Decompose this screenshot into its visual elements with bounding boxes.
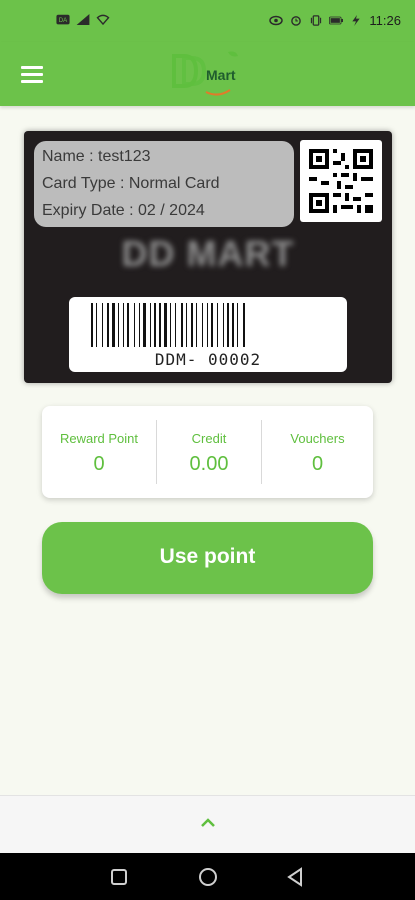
member-card: Name : test123 Card Type : Normal Card E… (24, 131, 392, 383)
status-time: 11:26 (369, 13, 401, 28)
bottom-sheet-bar (0, 795, 415, 854)
notification-icon: DA (56, 14, 70, 25)
hamburger-icon (21, 66, 43, 69)
qr-code-icon (309, 149, 373, 213)
signal-icon (76, 14, 90, 25)
wifi-icon (96, 14, 110, 25)
svg-text:DA: DA (59, 17, 68, 24)
card-info-panel: Name : test123 Card Type : Normal Card E… (34, 141, 294, 227)
use-point-label: Use point (159, 545, 256, 568)
stat-value: 0 (93, 453, 105, 475)
back-icon[interactable] (284, 865, 308, 889)
app-bar: Mart (0, 42, 415, 106)
use-point-button[interactable]: Use point (42, 522, 373, 594)
card-brand: DD MART (121, 233, 295, 274)
bolt-icon (352, 15, 361, 26)
vibrate-icon (311, 15, 322, 26)
card-type: Card Type : Normal Card (42, 175, 220, 192)
barcode-icon (91, 303, 245, 347)
stat-value: 0 (311, 453, 324, 475)
card-name: Name : test123 (42, 148, 151, 165)
points-summary: Reward Point 0 Credit 0.00 Vouchers 0 (42, 406, 373, 498)
dd-mart-logo: Mart (170, 46, 250, 102)
system-nav-bar (0, 853, 415, 900)
recents-icon[interactable] (107, 865, 131, 889)
stat-value: 0.00 (189, 453, 229, 475)
battery-icon (329, 16, 344, 25)
stat-vouchers: Vouchers 0 (262, 406, 373, 498)
home-icon[interactable] (196, 865, 220, 889)
stat-label: Vouchers (290, 431, 345, 446)
logo-text: Mart (206, 67, 236, 83)
stat-label: Reward Point (59, 431, 139, 446)
menu-button[interactable] (21, 66, 43, 84)
card-expiry: Expiry Date : 02 / 2024 (42, 202, 205, 219)
barcode[interactable]: DDM- 00002 (69, 297, 347, 372)
stat-reward-point: Reward Point 0 (42, 406, 156, 498)
barcode-number: DDM- 00002 (154, 350, 262, 369)
eye-icon (269, 15, 284, 26)
chevron-up-icon[interactable] (199, 816, 217, 828)
status-bar: DA 11:26 (0, 0, 415, 42)
alarm-icon (291, 16, 302, 26)
stat-label: Credit (191, 431, 227, 446)
qr-code[interactable] (300, 140, 382, 222)
stat-credit: Credit 0.00 (157, 406, 261, 498)
